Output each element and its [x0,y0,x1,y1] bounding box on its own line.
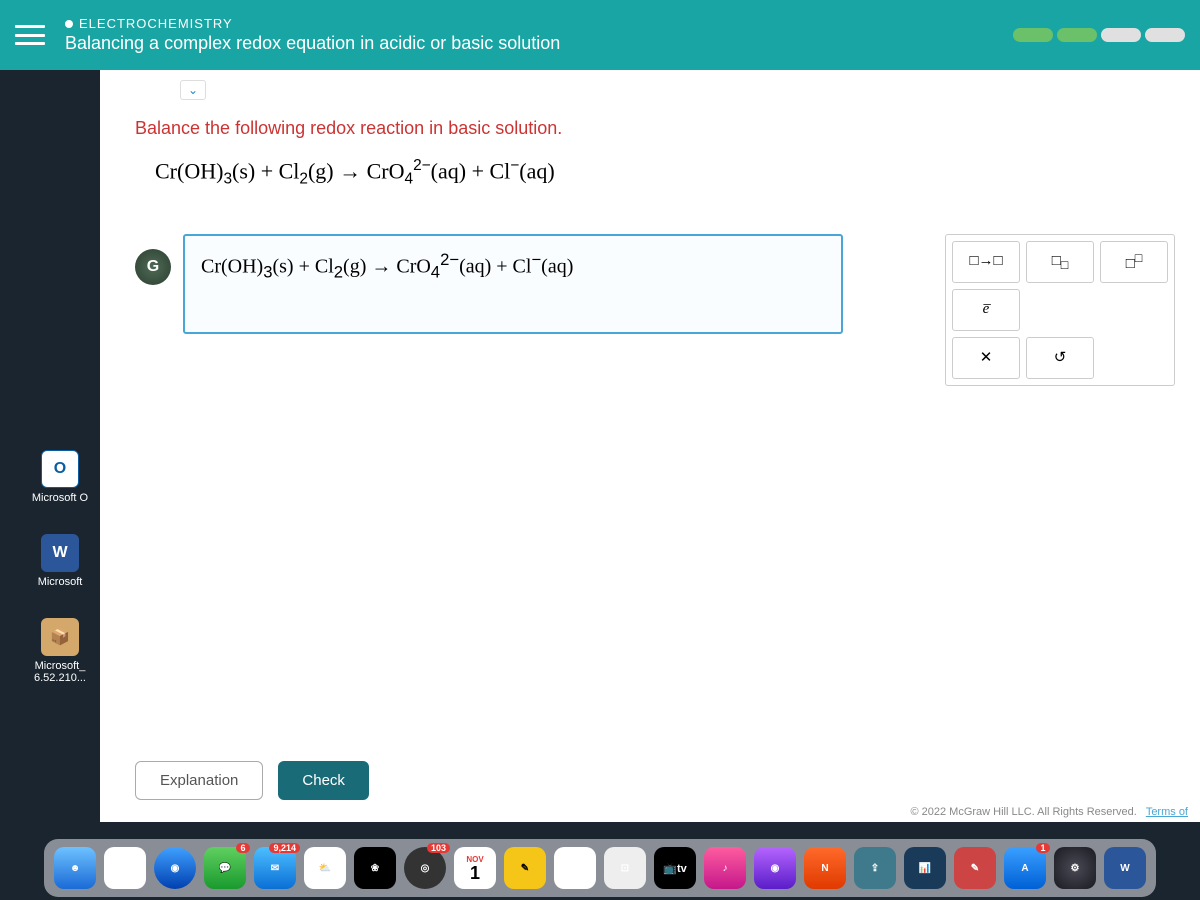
answer-input[interactable]: Cr(OH)3(s) + Cl2(g) → CrO42−(aq) + Cl−(a… [183,234,843,334]
dock-app2[interactable]: ✎ [954,847,996,889]
problem-equation: Cr(OH)3(s) + Cl2(g) → CrO42−(aq) + Cl−(a… [135,157,1175,189]
palette-arrow-button[interactable]: □→□ [952,241,1020,283]
dock-mail[interactable]: ✉9,214 [254,847,296,889]
palette-electron-button[interactable]: e̅ [952,289,1020,331]
dock-news[interactable]: N [804,847,846,889]
dock-calendar[interactable]: NOV 1 [454,847,496,889]
terms-link[interactable]: Terms of [1146,806,1188,818]
dock-settings[interactable]: ⚙ [1054,847,1096,889]
dock-switch[interactable]: ⊡ [604,847,646,889]
dock-app1[interactable]: ⇪ [854,847,896,889]
word-label: Microsoft [38,576,83,588]
problem-prompt: Balance the following redox reaction in … [135,118,1175,139]
dock-weather[interactable]: ⛅ [304,847,346,889]
progress-indicator [1013,28,1185,42]
desktop-package[interactable]: 📦 Microsoft_ 6.52.210... [34,618,86,684]
dock-music[interactable]: ♪ [704,847,746,889]
page-title: Balancing a complex redox equation in ac… [65,33,560,54]
dock-appstore[interactable]: A1 [1004,847,1046,889]
camera-badge: 103 [427,843,450,853]
cal-day: 1 [470,864,480,882]
menu-icon[interactable] [15,25,45,45]
package-label-2: 6.52.210... [34,672,86,684]
dock-launchpad[interactable]: ▦ [104,847,146,889]
grammarly-badge[interactable]: G [135,249,171,285]
word-icon: W [41,534,79,572]
dock-notes[interactable]: ✎ [504,847,546,889]
desktop-outlook[interactable]: O Microsoft O [32,450,88,504]
dock-photos[interactable]: ❀ [354,847,396,889]
check-button[interactable]: Check [278,761,369,800]
mail-badge: 9,214 [269,843,300,853]
palette-superscript-button[interactable]: □□ [1100,241,1168,283]
explanation-button[interactable]: Explanation [135,761,263,800]
header-text: ELECTROCHEMISTRY Balancing a complex red… [65,16,560,54]
dock-messages[interactable]: 💬6 [204,847,246,889]
symbol-palette: □→□ □□ □□ e̅ ✕ ↺ [945,234,1175,386]
palette-subscript-button[interactable]: □□ [1026,241,1094,283]
messages-badge: 6 [236,843,250,853]
outlook-label: Microsoft O [32,492,88,504]
palette-clear-button[interactable]: ✕ [952,337,1020,379]
package-icon: 📦 [41,618,79,656]
dock-safari[interactable]: ◉ [154,847,196,889]
desktop-word[interactable]: W Microsoft [38,534,83,588]
dock-word[interactable]: W [1104,847,1146,889]
dock-finder[interactable]: ☻ [54,847,96,889]
outlook-icon: O [41,450,79,488]
dock-reminders[interactable]: ☰ [554,847,596,889]
package-label-1: Microsoft_ [34,660,86,672]
dock-podcasts[interactable]: ◉ [754,847,796,889]
content-card: ⌄ Balance the following redox reaction i… [100,70,1200,822]
palette-undo-button[interactable]: ↺ [1026,337,1094,379]
category-label: ELECTROCHEMISTRY [65,16,560,31]
footer-legal: © 2022 McGraw Hill LLC. All Rights Reser… [910,806,1188,818]
copyright-text: © 2022 McGraw Hill LLC. All Rights Reser… [910,806,1136,818]
dock-camera[interactable]: ◎103 [404,847,446,889]
dock: ☻ ▦ ◉ 💬6 ✉9,214 ⛅ ❀ ◎103 NOV 1 ✎ ☰ ⊡ 📺tv… [44,839,1156,897]
appstore-badge: 1 [1036,843,1050,853]
dock-tv[interactable]: 📺tv [654,847,696,889]
chevron-down-icon[interactable]: ⌄ [180,80,206,100]
dock-stocks[interactable]: 📊 [904,847,946,889]
